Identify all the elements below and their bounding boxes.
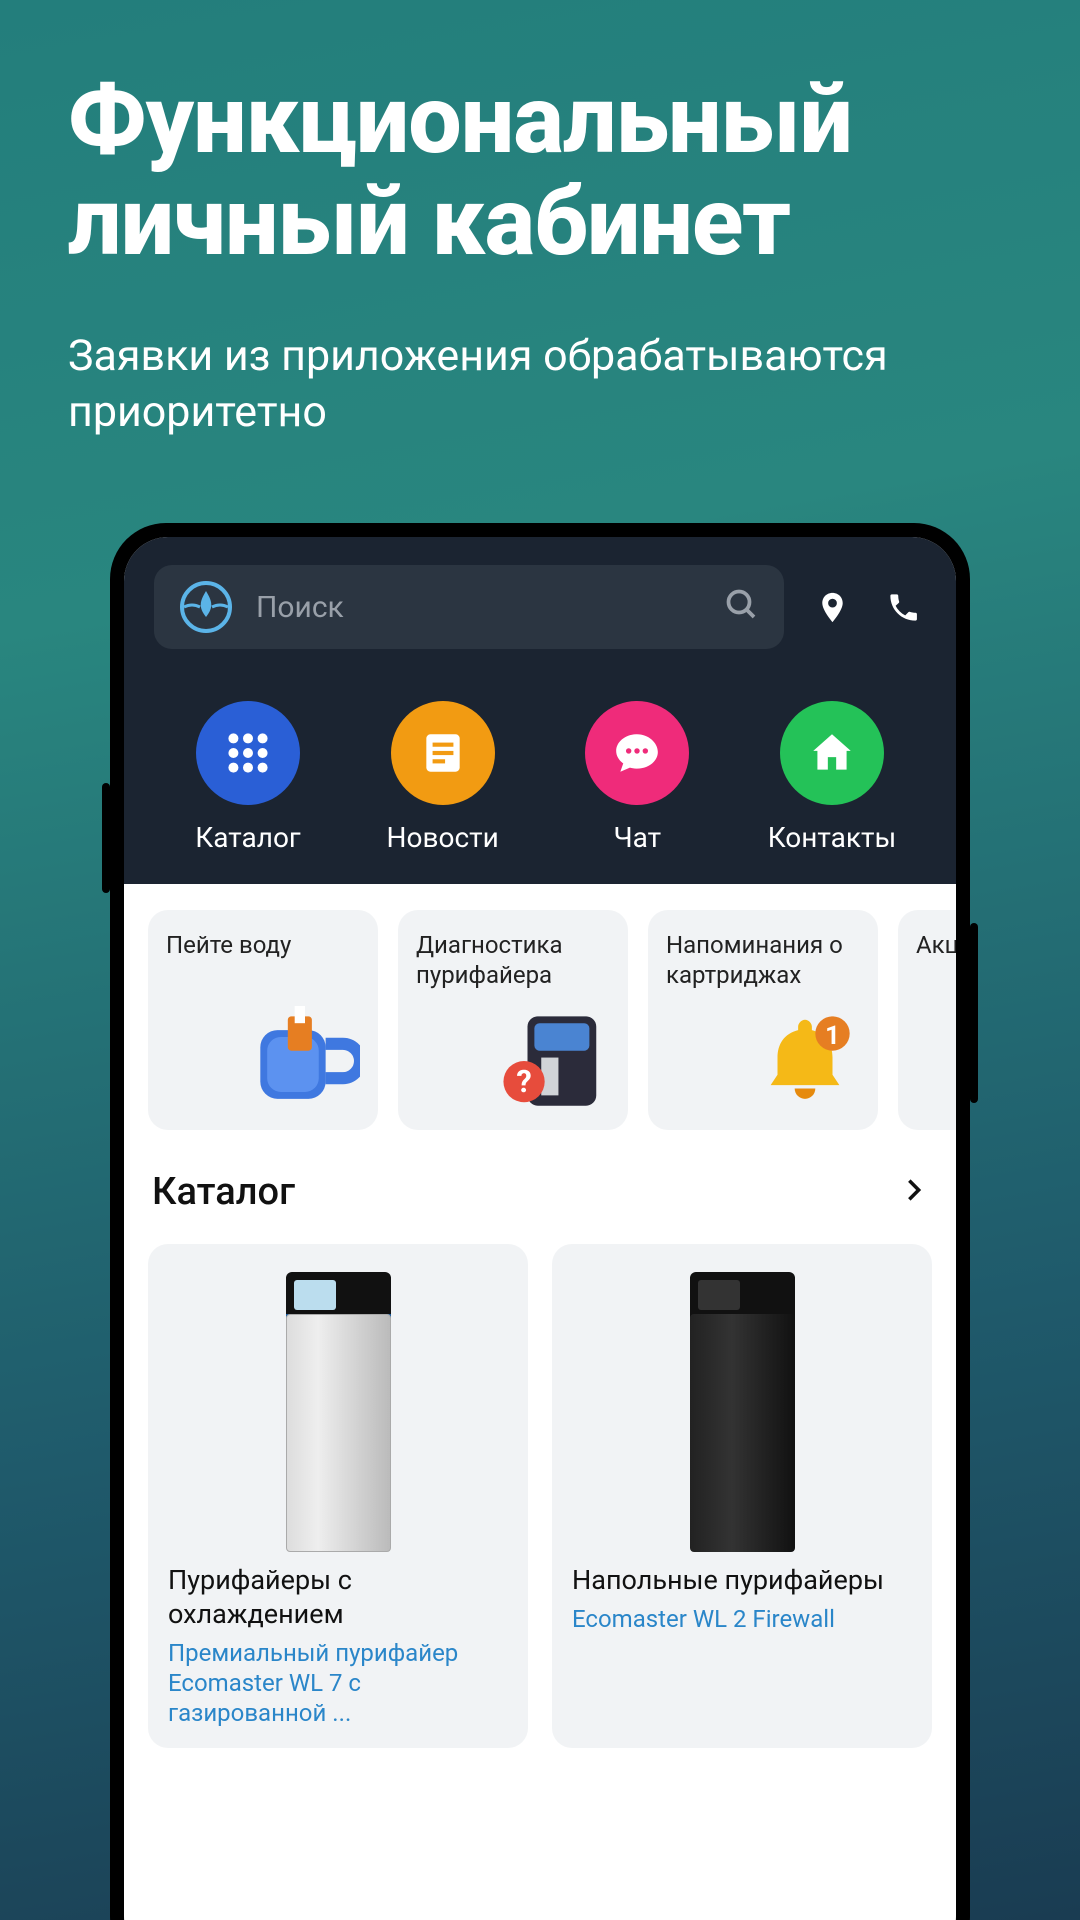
chat-icon xyxy=(585,701,689,805)
phone-frame: Поиск xyxy=(110,523,970,1920)
quicknav-label: Чат xyxy=(613,821,661,854)
search-icon xyxy=(724,587,760,627)
product-card[interactable]: Пурифайеры с охлаждением Премиальный пур… xyxy=(148,1244,528,1748)
tile-promos[interactable]: Акции xyxy=(898,910,956,1130)
quicknav-catalog[interactable]: Каталог xyxy=(158,701,338,854)
catalog-products-row: Пурифайеры с охлаждением Премиальный пур… xyxy=(124,1234,956,1748)
tile-title: Акции xyxy=(916,930,956,960)
quicknav-contacts[interactable]: Контакты xyxy=(742,701,922,854)
device-question-icon: ? xyxy=(500,1006,610,1116)
tile-diagnostics[interactable]: Диагностика пурифайера ? xyxy=(398,910,628,1130)
search-bar[interactable]: Поиск xyxy=(154,565,784,649)
quicknav-label: Новости xyxy=(387,821,499,854)
product-subtitle: Премиальный пурифайер Ecomaster WL 7 с г… xyxy=(168,1638,508,1728)
bell-icon: 1 xyxy=(750,1006,860,1116)
tile-drink-water[interactable]: Пейте воду xyxy=(148,910,378,1130)
tile-reminders[interactable]: Напоминания о картриджах 1 xyxy=(648,910,878,1130)
chevron-right-icon xyxy=(900,1176,928,1208)
quicknav-label: Контакты xyxy=(768,821,897,854)
product-subtitle: Ecomaster WL 2 Firewall xyxy=(572,1604,912,1634)
quicknav-label: Каталог xyxy=(195,821,300,854)
location-icon[interactable] xyxy=(810,585,855,630)
product-name: Пурифайеры с охлаждением xyxy=(168,1564,508,1632)
app-header: Поиск xyxy=(124,537,956,884)
app-content: Пейте воду Диагностика пурифайера ? xyxy=(124,884,956,1920)
product-card[interactable]: Напольные пурифайеры Ecomaster WL 2 Fire… xyxy=(552,1244,932,1748)
tile-title: Пейте воду xyxy=(166,930,360,960)
brand-logo-icon xyxy=(178,579,234,635)
svg-text:1: 1 xyxy=(825,1021,840,1051)
product-image xyxy=(168,1262,508,1552)
quicknav-news[interactable]: Новости xyxy=(353,701,533,854)
quick-nav-row: Каталог Новости Чат xyxy=(154,701,926,854)
svg-text:?: ? xyxy=(516,1063,531,1100)
catalog-section-header[interactable]: Каталог xyxy=(124,1130,956,1234)
quicknav-chat[interactable]: Чат xyxy=(547,701,727,854)
section-title: Каталог xyxy=(152,1170,295,1214)
phone-frame-wrap: Поиск xyxy=(68,523,1012,1920)
promo-subhead: Заявки из приложения обрабатываются прио… xyxy=(68,329,1012,441)
grid-icon xyxy=(196,701,300,805)
mug-icon xyxy=(250,1006,360,1116)
phone-icon[interactable] xyxy=(881,585,926,630)
app-screen: Поиск xyxy=(124,537,956,1920)
search-placeholder: Поиск xyxy=(256,590,702,625)
promo-background: Функциональный личный кабинет Заявки из … xyxy=(0,0,1080,1920)
tile-title: Напоминания о картриджах xyxy=(666,930,860,990)
doc-icon xyxy=(391,701,495,805)
tile-title: Диагностика пурифайера xyxy=(416,930,610,990)
home-icon xyxy=(780,701,884,805)
promo-headline: Функциональный личный кабинет xyxy=(68,70,1012,273)
product-name: Напольные пурифайеры xyxy=(572,1564,912,1598)
feature-tiles-row[interactable]: Пейте воду Диагностика пурифайера ? xyxy=(124,910,956,1130)
product-image xyxy=(572,1262,912,1552)
header-top-row: Поиск xyxy=(154,565,926,649)
